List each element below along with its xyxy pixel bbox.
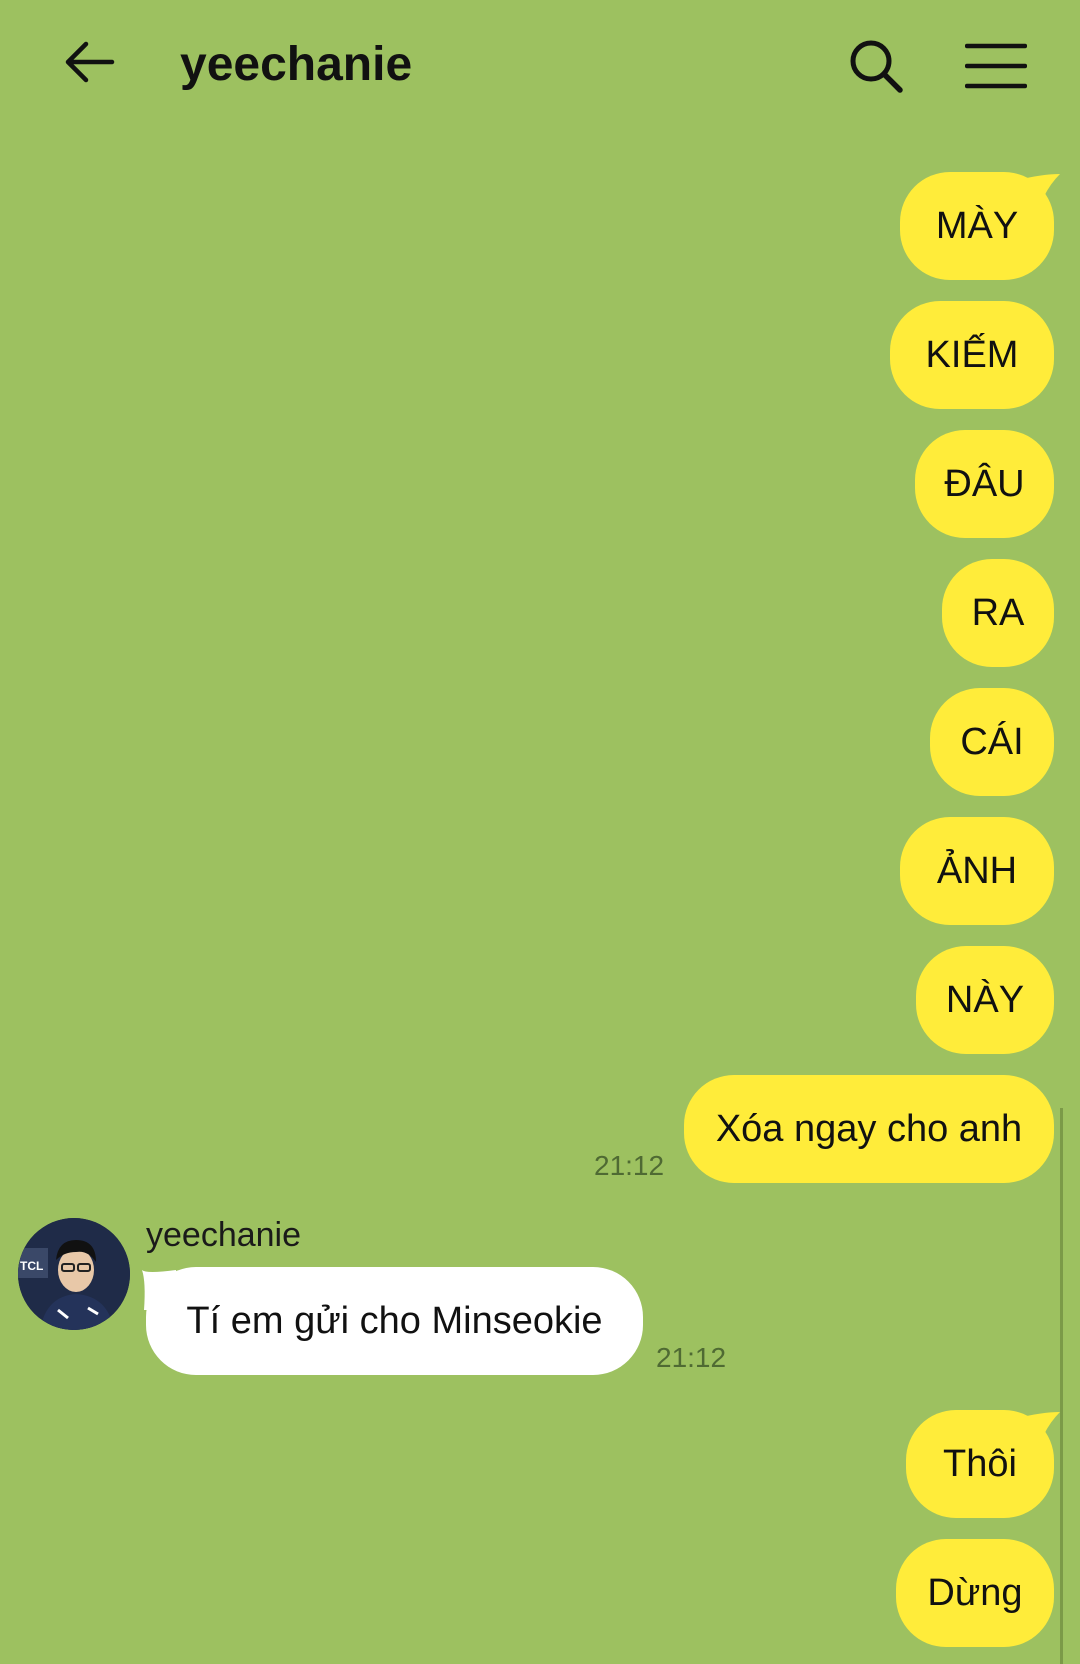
message-bubble[interactable]: Tí em gửi cho Minseokie <box>146 1267 643 1375</box>
message-text: ẢNH <box>936 849 1018 892</box>
arrow-left-icon <box>65 41 115 83</box>
message-bubble[interactable]: ẢNH <box>900 817 1054 925</box>
message-text: ĐÂU <box>944 462 1025 505</box>
chat-title: yeechanie <box>180 38 413 91</box>
chat-header: yeechanie <box>0 0 1080 130</box>
search-button[interactable] <box>840 30 912 102</box>
message-bubble[interactable]: CÁI <box>930 688 1054 796</box>
search-icon <box>850 40 903 93</box>
message-bubble[interactable]: Xóa ngay cho anh <box>684 1075 1054 1183</box>
message-bubble[interactable]: MÀY <box>900 172 1054 280</box>
message-text: CÁI <box>960 720 1024 763</box>
message-text: Xóa ngay cho anh <box>715 1107 1023 1150</box>
message-text: NÀY <box>945 978 1025 1021</box>
message-text: RA <box>971 591 1025 634</box>
message-bubble[interactable]: Dừng <box>896 1539 1054 1647</box>
avatar[interactable]: TCL <box>18 1218 130 1330</box>
message-bubble[interactable]: ĐÂU <box>915 430 1054 538</box>
sender-name: yeechanie <box>146 1216 302 1254</box>
menu-button[interactable] <box>960 30 1032 102</box>
hamburger-menu-icon <box>965 43 1027 89</box>
message-bubble[interactable]: KIẾM <box>890 301 1054 409</box>
message-bubble[interactable]: Thôi <box>906 1410 1054 1518</box>
message-text: MÀY <box>935 204 1019 247</box>
message-text: Thôi <box>943 1442 1017 1485</box>
message-bubble[interactable]: NÀY <box>916 946 1054 1054</box>
scrollbar[interactable] <box>1060 1108 1063 1664</box>
profile-photo: TCL <box>18 1218 130 1330</box>
message-text: Dừng <box>927 1571 1023 1614</box>
message-text: Tí em gửi cho Minseokie <box>186 1299 603 1342</box>
message-timestamp: 21:12 <box>656 1342 727 1373</box>
back-button[interactable] <box>52 30 124 94</box>
message-bubble[interactable]: RA <box>942 559 1054 667</box>
svg-text:TCL: TCL <box>20 1259 43 1273</box>
message-timestamp: 21:12 <box>594 1150 665 1181</box>
message-text: KIẾM <box>925 333 1019 376</box>
